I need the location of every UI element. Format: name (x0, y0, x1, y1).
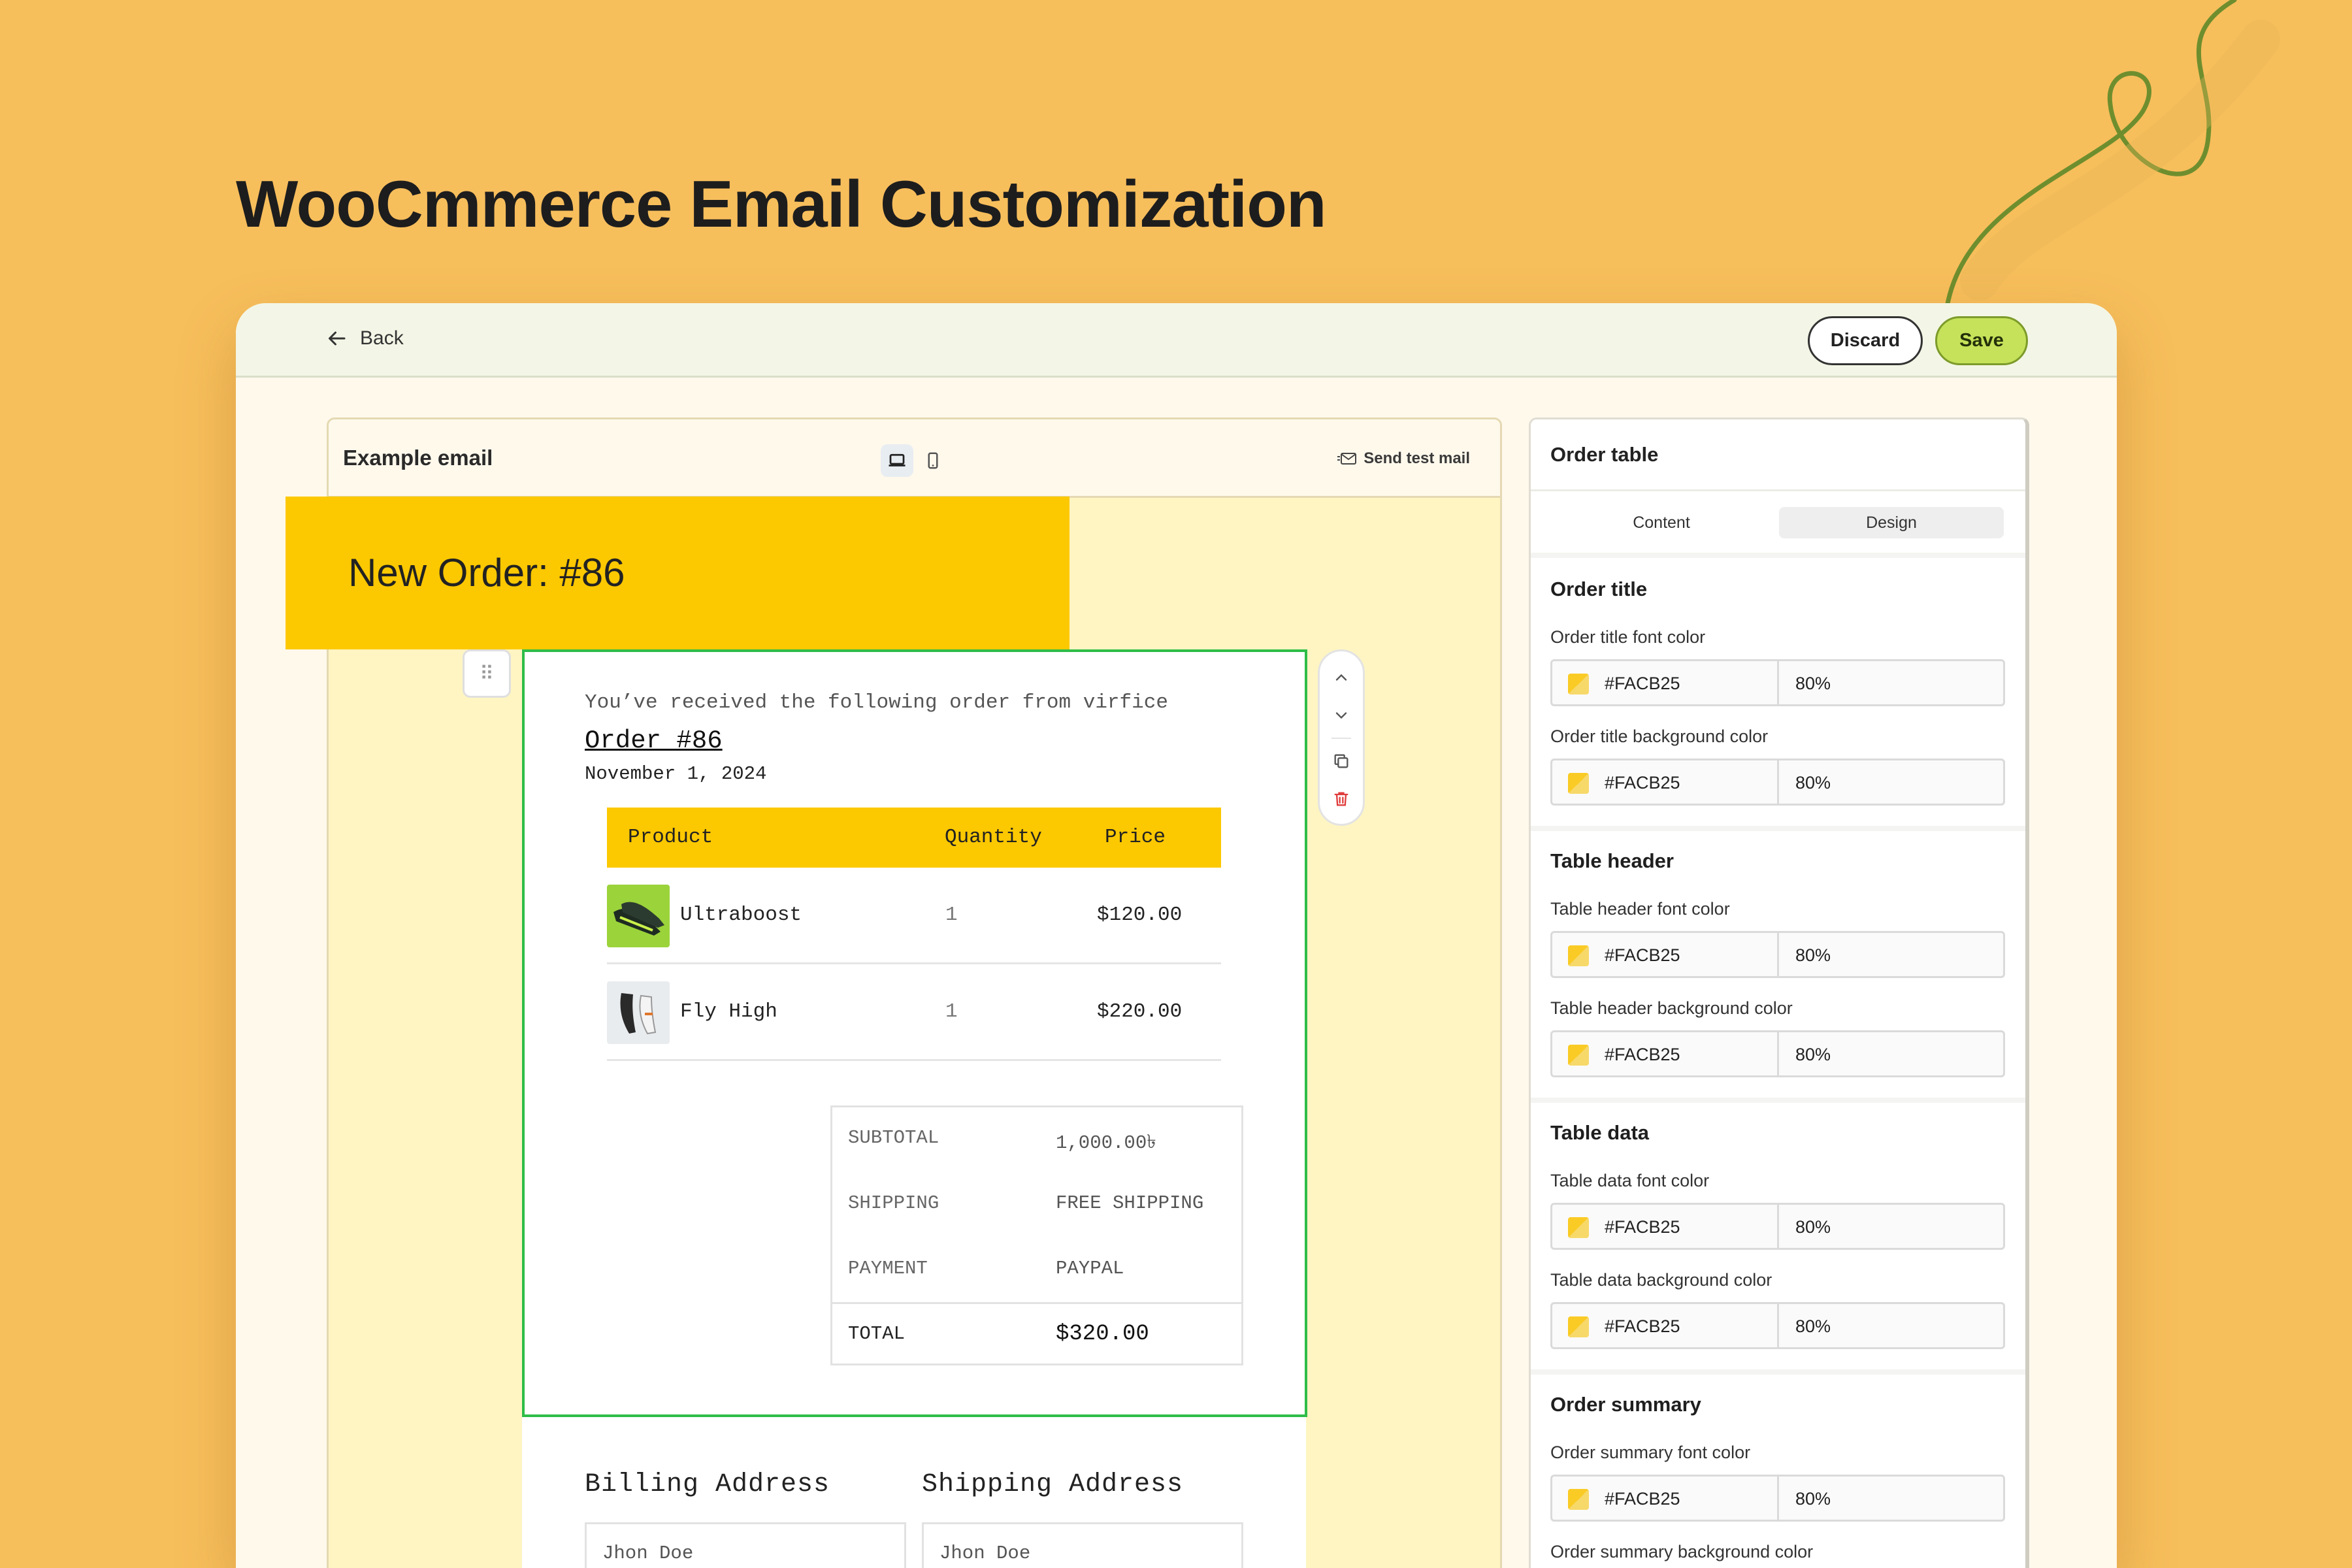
field-label: Order title font color (1550, 627, 1706, 647)
section-title-table-data: Table data (1550, 1121, 1650, 1144)
hex-value: #FACB25 (1605, 1489, 1680, 1509)
table-header-font-color-input[interactable]: #FACB25 80% (1550, 931, 2005, 978)
opacity-value: 80% (1795, 1489, 1831, 1509)
color-swatch-icon[interactable] (1568, 1217, 1589, 1238)
desktop-view-button[interactable] (881, 444, 913, 477)
opacity-value: 80% (1795, 674, 1831, 693)
section-divider (1531, 1369, 2025, 1375)
desktop-icon (889, 453, 906, 466)
top-bar: Back Discard Save (236, 303, 2117, 378)
preview-title: Example email (343, 446, 493, 470)
rail-divider (1331, 738, 1351, 739)
opacity-value: 80% (1795, 1217, 1831, 1237)
duplicate-icon (1334, 754, 1348, 768)
billing-name: Jhon Doe (602, 1543, 694, 1564)
shipping-address-field: Jhon Doe (922, 1522, 1243, 1568)
arrow-left-icon (329, 331, 346, 346)
field-divider (1777, 1477, 1779, 1520)
color-swatch-icon[interactable] (1568, 945, 1589, 966)
tab-content[interactable]: Content (1550, 507, 1772, 538)
chevron-down-icon (1335, 712, 1347, 719)
section-title-table-header: Table header (1550, 849, 1674, 872)
discard-button[interactable]: Discard (1808, 316, 1923, 365)
field-divider (1777, 1032, 1779, 1075)
field-label: Table data background color (1550, 1270, 1772, 1290)
delete-button[interactable] (1320, 781, 1363, 817)
mobile-view-button[interactable] (917, 444, 949, 477)
field-divider (1777, 1205, 1779, 1248)
hex-value: #FACB25 (1605, 1217, 1680, 1237)
settings-panel: Order table Content Design Order title O… (1529, 417, 2029, 1568)
trash-icon (1334, 792, 1348, 806)
tab-design[interactable]: Design (1779, 507, 2004, 538)
email-header-title: New Order: #86 (348, 551, 625, 595)
move-down-button[interactable] (1320, 697, 1363, 734)
order-title-font-color-input[interactable]: #FACB25 80% (1550, 659, 2005, 706)
hex-value: #FACB25 (1605, 674, 1680, 693)
color-swatch-icon[interactable] (1568, 674, 1589, 694)
preview-header: Example email Send test mail (329, 419, 1500, 498)
section-title-order-title: Order title (1550, 578, 1648, 600)
block-action-rail (1318, 649, 1365, 826)
hex-value: #FACB25 (1605, 945, 1680, 965)
section-divider (1531, 1098, 2025, 1103)
field-label: Table data font color (1550, 1171, 1710, 1190)
shipping-address-heading: Shipping Address (922, 1470, 1184, 1499)
table-data-font-color-input[interactable]: #FACB25 80% (1550, 1203, 2005, 1250)
back-button[interactable]: Back (325, 327, 404, 350)
table-data-background-color-input[interactable]: #FACB25 80% (1550, 1302, 2005, 1349)
shipping-name: Jhon Doe (939, 1543, 1031, 1564)
order-summary-font-color-input[interactable]: #FACB25 80% (1550, 1475, 2005, 1522)
send-test-mail-button[interactable]: Send test mail (1337, 449, 1470, 468)
field-divider (1777, 933, 1779, 976)
field-label: Table header font color (1550, 899, 1730, 919)
page-heading: WooCmmerce Email Customization (236, 168, 1327, 241)
color-swatch-icon[interactable] (1568, 1045, 1589, 1066)
billing-address-field: Jhon Doe (585, 1522, 906, 1568)
field-label: Table header background color (1550, 998, 1793, 1018)
field-divider (1777, 661, 1779, 704)
mobile-icon (928, 452, 938, 469)
back-label: Back (360, 327, 404, 349)
table-header-background-color-input[interactable]: #FACB25 80% (1550, 1030, 2005, 1077)
selected-block-outline[interactable] (522, 649, 1307, 1417)
color-swatch-icon[interactable] (1568, 1316, 1589, 1337)
opacity-value: 80% (1795, 773, 1831, 792)
field-label: Order title background color (1550, 727, 1769, 746)
section-divider (1531, 553, 2025, 558)
hex-value: #FACB25 (1605, 773, 1680, 792)
opacity-value: 80% (1795, 1045, 1831, 1064)
section-title-order-summary: Order summary (1550, 1393, 1701, 1416)
chevron-up-icon (1335, 674, 1347, 681)
billing-address-heading: Billing Address (585, 1470, 830, 1499)
email-header[interactable]: New Order: #86 (286, 497, 1070, 649)
send-test-label: Send test mail (1364, 449, 1470, 467)
move-up-button[interactable] (1320, 659, 1363, 696)
color-swatch-icon[interactable] (1568, 773, 1589, 794)
hex-value: #FACB25 (1605, 1316, 1680, 1336)
field-label: Order summary font color (1550, 1443, 1751, 1462)
drag-handle-icon[interactable]: ⠿ (463, 649, 511, 698)
color-swatch-icon[interactable] (1568, 1489, 1589, 1510)
duplicate-button[interactable] (1320, 743, 1363, 779)
panel-title: Order table (1531, 419, 2025, 491)
field-divider (1777, 760, 1779, 804)
field-label: Order summary background color (1550, 1542, 1814, 1561)
order-title-background-color-input[interactable]: #FACB25 80% (1550, 759, 2005, 806)
send-mail-icon (1337, 453, 1357, 465)
hex-value: #FACB25 (1605, 1045, 1680, 1064)
opacity-value: 80% (1795, 1316, 1831, 1336)
save-button[interactable]: Save (1935, 316, 2028, 365)
opacity-value: 80% (1795, 945, 1831, 965)
field-divider (1777, 1304, 1779, 1347)
section-divider (1531, 826, 2025, 831)
decorative-swirl (1944, 0, 2280, 310)
